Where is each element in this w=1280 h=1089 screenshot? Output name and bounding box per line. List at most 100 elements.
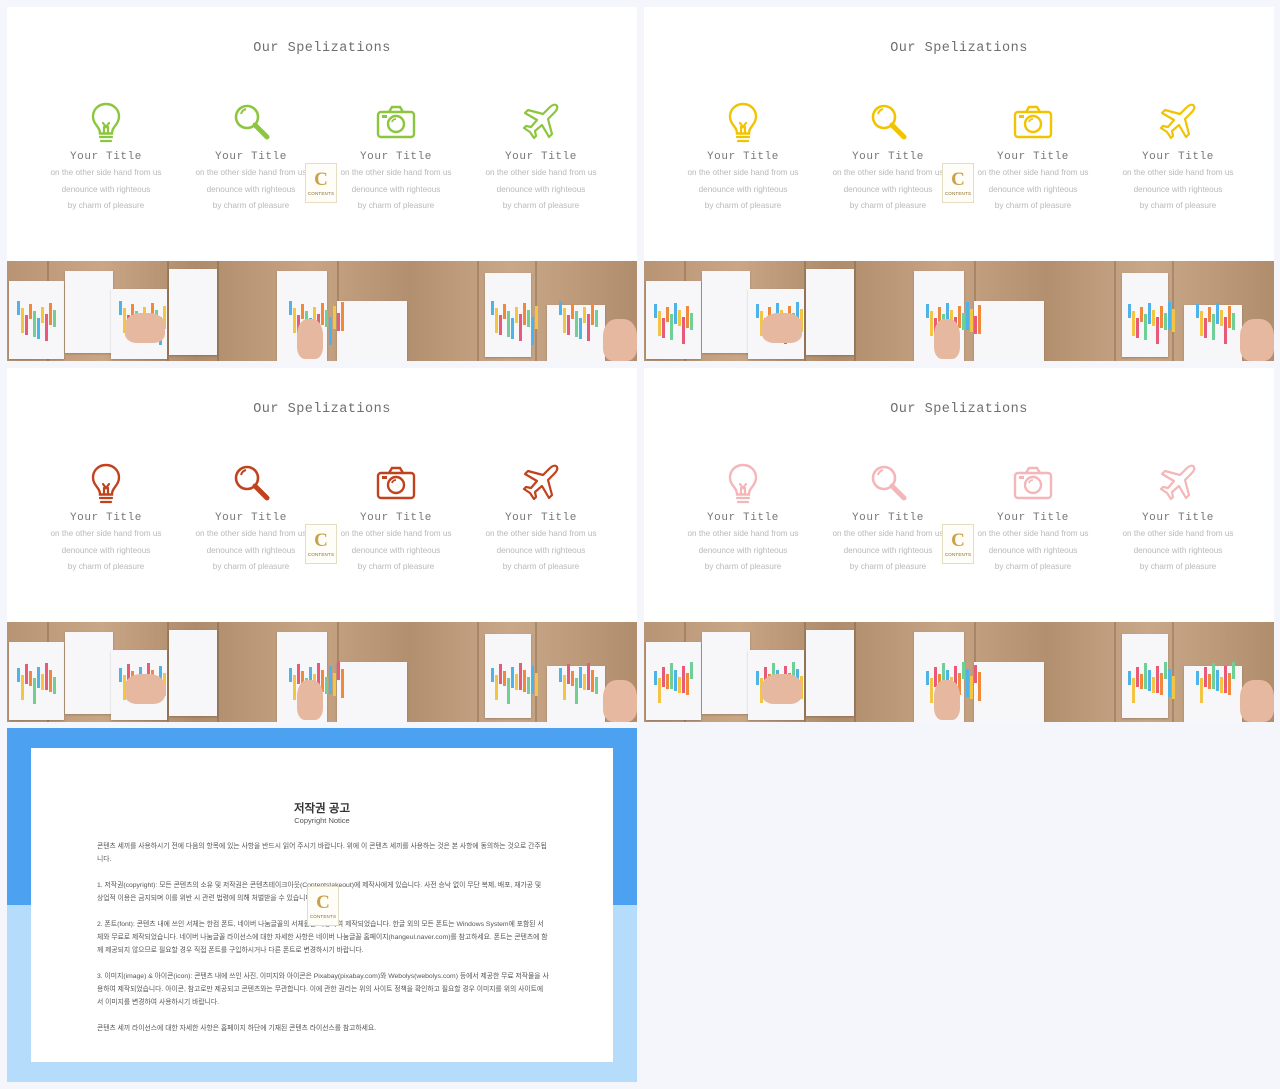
feature-description-line: on the other side hand from us (1122, 529, 1234, 538)
chart-bar-photo (1136, 318, 1139, 338)
feature-description-line: denounce with righteous (496, 184, 586, 194)
logo-wordmark: CONTENTS (309, 913, 337, 919)
feature-item: Your Title on the other side hand from us… (41, 99, 171, 215)
feature-description-line: by charm of pleasure (849, 201, 927, 210)
chart-bar-photo (563, 675, 566, 700)
feature-title: Your Title (69, 151, 142, 163)
chart-bar-photo (17, 301, 20, 315)
chart-bar-photo (1140, 674, 1143, 689)
chart-bar-photo (926, 671, 929, 685)
chart-bar-photo (523, 303, 526, 325)
brand-logo: C CONTENTS (942, 163, 974, 203)
feature-item: Your Title on the other side hand from us… (1113, 99, 1243, 215)
chart-bar-photo (587, 663, 590, 690)
feature-description: on the other side hand from us denounce w… (331, 526, 461, 576)
hand (125, 674, 165, 704)
chart-bar-photo (970, 309, 973, 332)
feature-title: Your Title (851, 151, 924, 163)
hand (762, 674, 802, 704)
chart-bar-photo (119, 668, 122, 682)
feature-description-line: on the other side hand from us (1122, 168, 1234, 177)
chart-bar-photo (674, 303, 677, 324)
chart-bar-photo (579, 667, 582, 688)
chart-bar-photo (1232, 313, 1235, 330)
chart-bar-photo (495, 308, 498, 333)
chart-bar-photo (511, 667, 514, 688)
slide-title: Our Spelizations (253, 402, 391, 417)
chart-bar-photo (333, 306, 336, 329)
feature-item: Your Title on the other side hand from us… (678, 460, 808, 576)
feature-description-line: denounce with righteous (1133, 184, 1223, 194)
chart-bar-photo (1140, 307, 1143, 322)
chart-bar-photo (962, 313, 965, 330)
chart-bar-photo (1160, 306, 1163, 328)
feature-item: Your Title on the other side hand from us… (186, 99, 316, 215)
feature-description: on the other side hand from us denounce w… (968, 526, 1098, 576)
feature-title: Your Title (214, 512, 287, 524)
chart-bar-photo (507, 678, 510, 704)
report-paper (702, 271, 750, 353)
feature-title: Your Title (1141, 512, 1214, 524)
feature-title: Your Title (996, 151, 1069, 163)
airplane-icon (1113, 460, 1243, 506)
lightbulb-icon (678, 99, 808, 145)
chart-bar-photo (49, 670, 52, 692)
logo-letter: C (316, 891, 330, 913)
chart-bar-photo (1228, 673, 1231, 695)
magnifier-icon (823, 99, 953, 145)
chart-bar-photo (119, 301, 122, 315)
chart-bar-photo (591, 303, 594, 325)
chart-bar-photo (567, 664, 570, 684)
chart-bar-photo (337, 313, 340, 331)
chart-bar-photo (17, 668, 20, 682)
chart-bar-photo (29, 304, 32, 319)
logo-wordmark: CONTENTS (307, 551, 335, 557)
chart-bar-photo (930, 311, 933, 336)
chart-bar-photo (1152, 310, 1155, 326)
chart-bar-photo (583, 307, 586, 323)
chart-bar-photo (559, 668, 562, 682)
chart-bar-photo (499, 315, 502, 335)
chart-bar-photo (25, 664, 28, 684)
chart-bar-photo (325, 677, 328, 694)
wood-plank-seam (1172, 622, 1174, 722)
chart-bar-photo (756, 671, 759, 685)
hand (934, 319, 960, 359)
feature-title: Your Title (69, 512, 142, 524)
desk-photo (644, 622, 1274, 722)
report-paper (169, 630, 217, 716)
feature-description: on the other side hand from us denounce w… (678, 165, 808, 215)
report-paper (337, 301, 407, 361)
chart-bar-photo (958, 306, 961, 328)
lightbulb-icon (41, 460, 171, 506)
chart-bar-photo (337, 662, 340, 680)
chart-bar-photo (341, 302, 344, 331)
feature-description-line: by charm of pleasure (704, 562, 782, 571)
chart-bar-photo (978, 672, 981, 701)
chart-bar-photo (499, 664, 502, 684)
feature-description-line: by charm of pleasure (704, 201, 782, 210)
feature-description-line: on the other side hand from us (195, 529, 307, 538)
chart-bar-photo (978, 305, 981, 334)
feature-description-line: by charm of pleasure (502, 201, 580, 210)
chart-bar-photo (1204, 667, 1207, 687)
camera-icon (331, 460, 461, 506)
chart-bar-photo (1232, 662, 1235, 679)
chart-bar-photo (1220, 677, 1223, 693)
slide-2: Our Spelizations Your Title on the other s… (644, 7, 1274, 361)
feature-description: on the other side hand from us denounce w… (186, 526, 316, 576)
wood-plank-seam (854, 261, 856, 361)
slide-4: Our Spelizations Your Title on the other s… (644, 368, 1274, 722)
feature-item: Your Title on the other side hand from us… (823, 99, 953, 215)
chart-bar-photo (595, 310, 598, 327)
wood-plank-seam (477, 261, 479, 361)
feature-description-line: on the other side hand from us (340, 168, 452, 177)
slide-title: Our Spelizations (253, 41, 391, 56)
feature-title: Your Title (359, 512, 432, 524)
chart-bar-photo (686, 673, 689, 695)
chart-bar-photo (41, 307, 44, 323)
feature-description-line: denounce with righteous (61, 545, 151, 555)
chart-bar-photo (341, 669, 344, 698)
feature-description-line: on the other side hand from us (977, 529, 1089, 538)
feature-description-line: by charm of pleasure (357, 562, 435, 571)
